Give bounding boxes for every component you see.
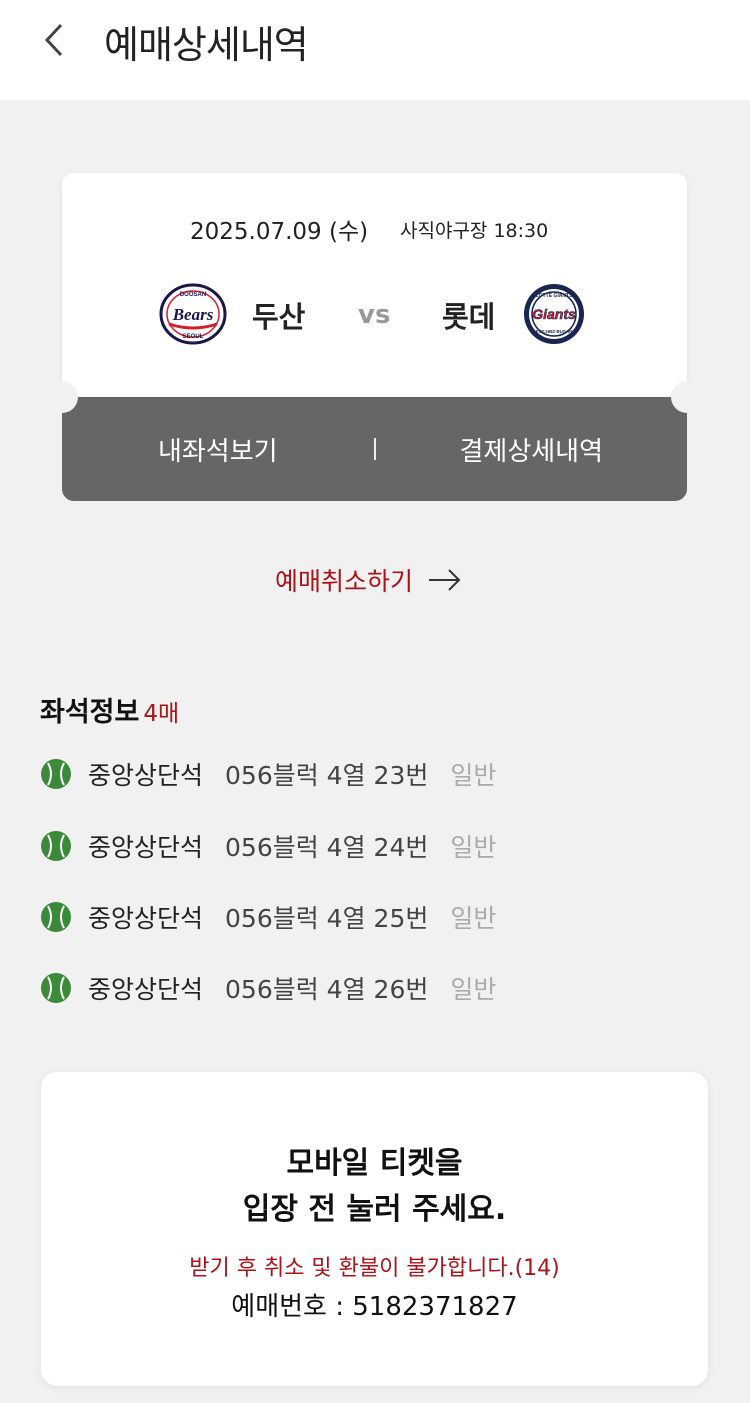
bears-logo-top: DOOSAN	[180, 292, 206, 298]
refund-warning: 받기 후 취소 및 환불이 불가합니다.(14)	[189, 1256, 560, 1281]
ticket-notch-right	[671, 381, 703, 413]
booking-number: 예매번호 : 5182371827	[231, 1292, 518, 1322]
seat-detail: 056블럭 4열 23번	[225, 761, 429, 790]
seat-zone: 중앙상단석	[88, 761, 204, 790]
ticket-card	[62, 173, 687, 397]
chevron-left-icon	[44, 23, 63, 57]
mobile-ticket-button[interactable]: 모바일 티켓을 입장 전 눌러 주세요. 받기 후 취소 및 환불이 불가합니다…	[41, 1072, 708, 1386]
bears-logo-text: Bears	[172, 305, 214, 324]
payment-detail-button[interactable]: 결제상세내역	[376, 431, 688, 468]
header-bar: 예매상세내역	[0, 0, 750, 100]
seat-zone: 중앙상단석	[88, 833, 204, 862]
game-date: 2025.07.09 (수)	[190, 219, 369, 245]
arrow-right-icon	[429, 569, 461, 591]
seat-row: 중앙상단석 056블럭 4열 23번 일반	[40, 754, 496, 794]
mobile-ticket-line1: 모바일 티켓을	[286, 1146, 463, 1181]
back-button[interactable]	[34, 18, 74, 62]
seat-type: 일반	[450, 761, 497, 790]
giants-logo-top: LOTTE GIANTS	[536, 293, 573, 299]
baseball-icon	[41, 902, 71, 932]
ticket-notch-left	[46, 381, 78, 413]
baseball-icon	[41, 831, 71, 861]
seat-info-label: 좌석정보	[40, 697, 140, 728]
baseball-icon	[41, 973, 71, 1003]
seat-detail: 056블럭 4열 25번	[225, 904, 429, 933]
seat-row: 중앙상단석 056블럭 4열 24번 일반	[40, 826, 496, 866]
seat-row: 중앙상단석 056블럭 4열 26번 일반	[40, 968, 496, 1008]
page-title: 예매상세내역	[104, 23, 309, 67]
seat-zone: 중앙상단석	[88, 975, 204, 1004]
seat-type: 일반	[450, 833, 497, 862]
home-team-name: 롯데	[442, 300, 496, 334]
seat-detail: 056블럭 4열 26번	[225, 975, 429, 1004]
mobile-ticket-line2: 입장 전 눌러 주세요.	[242, 1192, 507, 1227]
cancel-booking-label: 예매취소하기	[275, 567, 414, 596]
seat-info-title: 좌석정보 4매	[40, 690, 179, 729]
seat-count: 4매	[143, 701, 180, 727]
giants-logo-bottom: EST.1982 BUSAN	[536, 329, 573, 334]
seat-detail: 056블럭 4열 24번	[225, 833, 429, 862]
cancel-booking-link[interactable]: 예매취소하기	[275, 562, 463, 598]
vs-label: vs	[358, 300, 391, 330]
bears-logo-bottom: SEOUL	[183, 334, 204, 340]
my-seat-button[interactable]: 내좌석보기	[62, 431, 374, 468]
giants-logo-text: Giants	[532, 306, 576, 322]
ticket-action-bar: 내좌석보기 결제상세내역	[62, 397, 687, 501]
seat-type: 일반	[450, 904, 497, 933]
seat-zone: 중앙상단석	[88, 904, 204, 933]
giants-logo: LOTTE GIANTS Giants EST.1982 BUSAN	[524, 284, 584, 344]
baseball-icon	[41, 759, 71, 789]
game-venue-time: 사직야구장 18:30	[400, 220, 549, 242]
seat-row: 중앙상단석 056블럭 4열 25번 일반	[40, 897, 496, 937]
seat-type: 일반	[450, 975, 497, 1004]
bears-logo: DOOSAN Bears SEOUL	[159, 283, 227, 345]
away-team-name: 두산	[252, 300, 306, 334]
